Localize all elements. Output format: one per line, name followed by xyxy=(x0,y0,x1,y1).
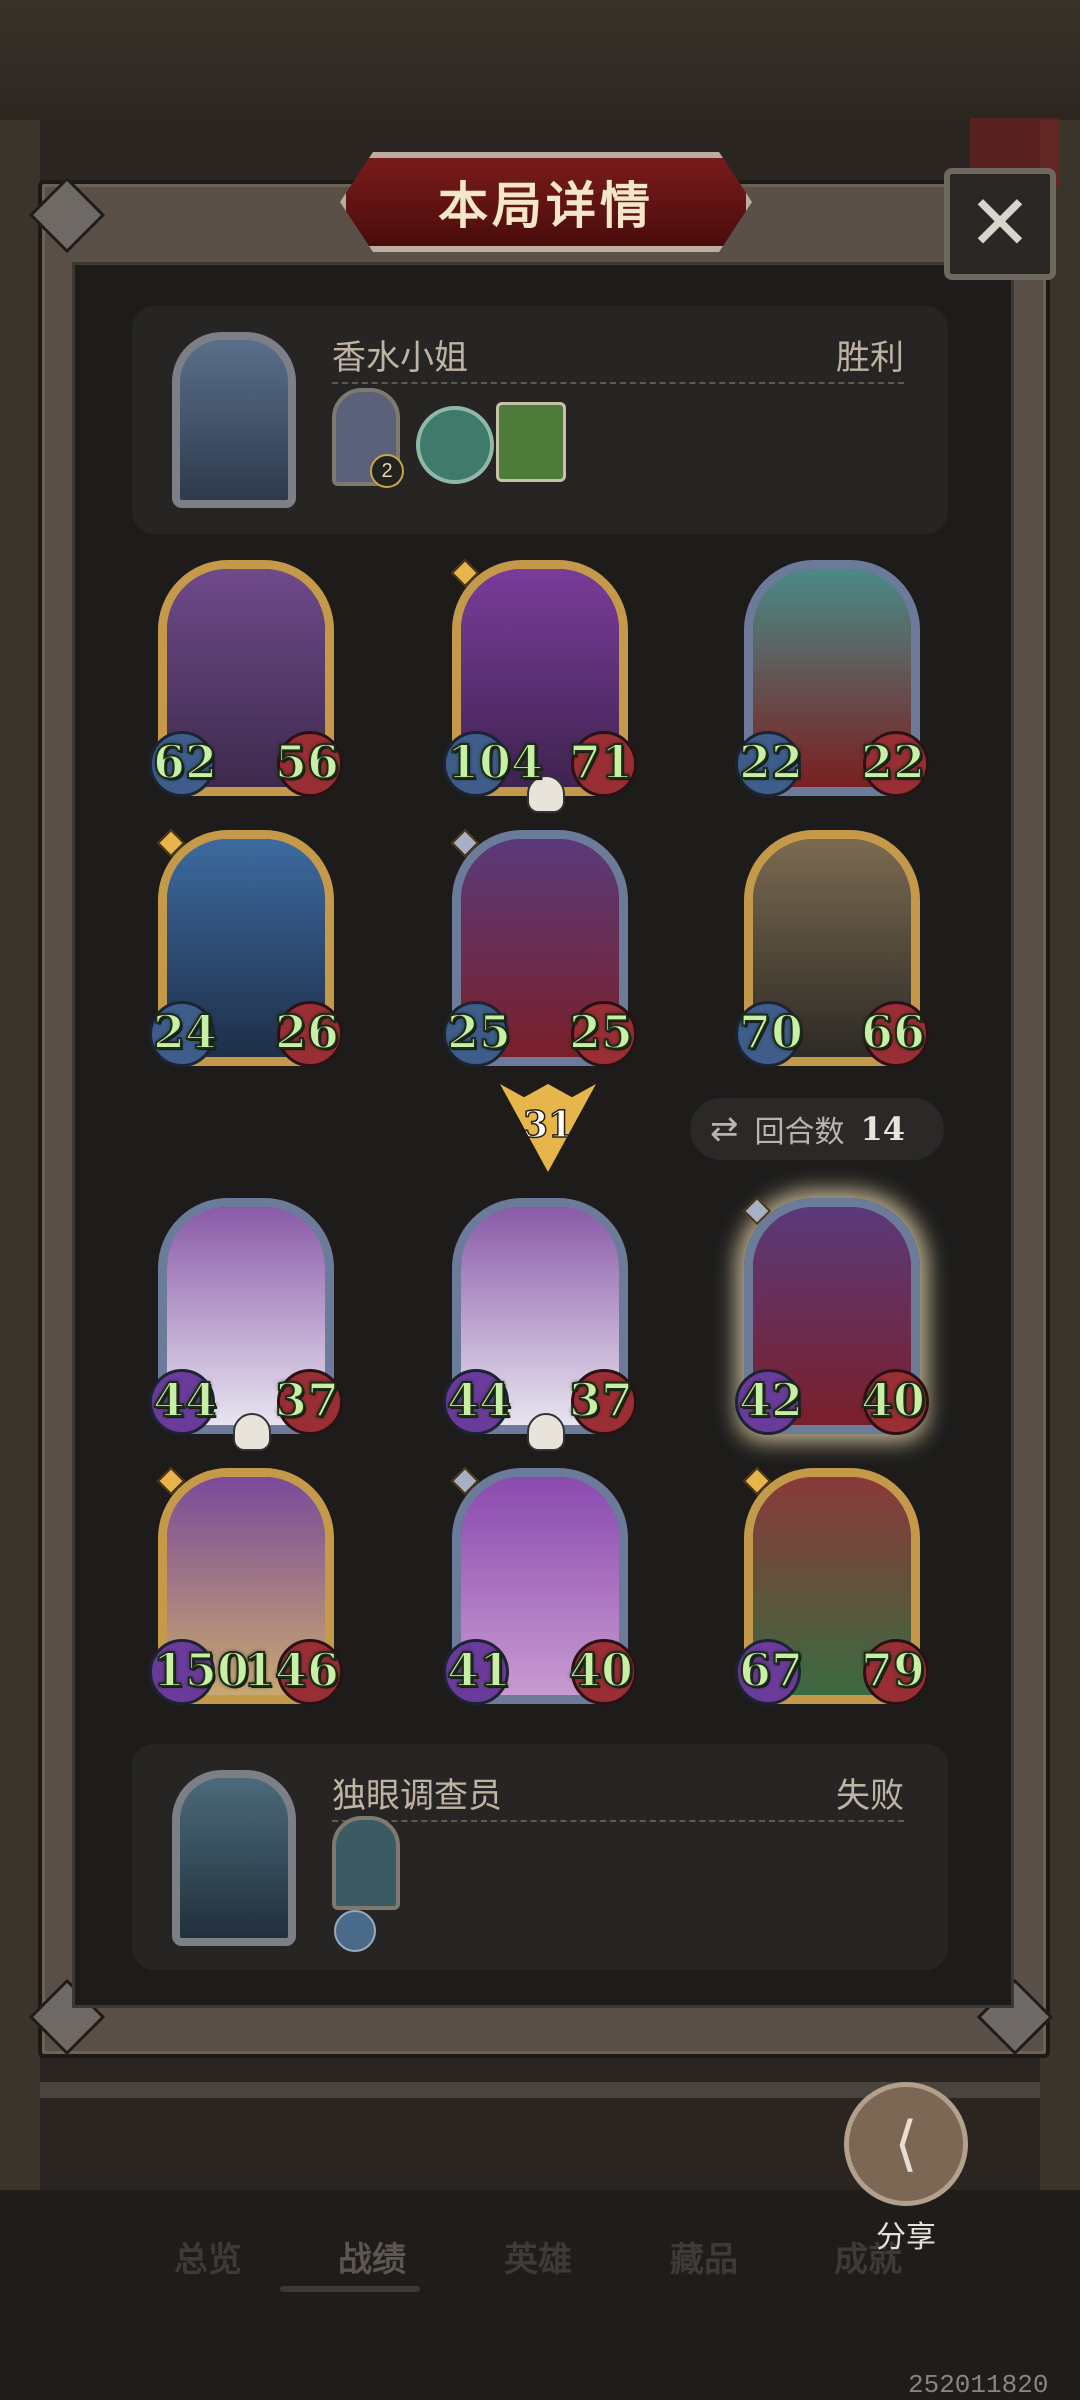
loser-card[interactable]: 150 146 xyxy=(149,1466,343,1705)
loser-row: 独眼调查员 失败 xyxy=(132,1744,948,1970)
background-top xyxy=(0,0,1080,120)
card-health-value: 37 xyxy=(568,1373,634,1427)
card-health-value: 56 xyxy=(274,735,340,789)
page-title: 本局详情 xyxy=(438,178,654,234)
card-attack-value: 42 xyxy=(738,1373,804,1427)
winner-item-card-icon[interactable]: 2 xyxy=(332,388,404,488)
card-attack-value: 41 xyxy=(446,1643,512,1697)
loser-card[interactable]: 42 40 xyxy=(735,1196,929,1435)
share-button[interactable]: ⟨ xyxy=(844,2082,968,2206)
round-count-value: 14 xyxy=(860,1110,906,1148)
winner-row: 香水小姐 胜利 2 xyxy=(132,306,948,534)
card-health-value: 25 xyxy=(568,1005,634,1059)
swap-arrows-icon: ⇄ xyxy=(710,1110,739,1148)
skull-icon xyxy=(233,1413,271,1451)
loser-avatar[interactable] xyxy=(172,1770,296,1946)
loser-name: 独眼调查员 xyxy=(332,1777,502,1815)
winner-card[interactable]: 22 22 xyxy=(735,560,929,797)
winner-card[interactable]: 104 71 xyxy=(443,558,637,813)
card-health-value: 146 xyxy=(242,1643,340,1697)
loser-result: 失败 xyxy=(836,1777,904,1815)
loser-weapon-icon[interactable] xyxy=(334,1910,376,1952)
winner-item-count-badge: 2 xyxy=(370,454,404,488)
skull-icon xyxy=(527,1413,565,1451)
card-attack-value: 67 xyxy=(738,1643,804,1697)
card-health-value: 66 xyxy=(860,1005,926,1059)
card-health-value: 40 xyxy=(568,1643,634,1697)
background-left xyxy=(0,120,40,2220)
title-plaque: 本局详情 xyxy=(340,152,752,252)
tab-battle-record[interactable]: 战绩 xyxy=(338,2232,406,2281)
round-marker-number: 31 xyxy=(522,1103,574,1147)
loser-card[interactable]: 44 37 xyxy=(443,1198,637,1451)
card-attack-value: 150 xyxy=(152,1643,250,1697)
winner-avatar[interactable] xyxy=(172,332,296,508)
share-icon: ⟨ xyxy=(894,2110,918,2177)
winner-relic-orb-icon[interactable] xyxy=(416,406,494,484)
loser-divider xyxy=(332,1820,904,1822)
card-attack-value: 44 xyxy=(446,1373,512,1427)
card-health-value: 22 xyxy=(860,735,926,789)
card-attack-value: 44 xyxy=(152,1373,218,1427)
loser-card[interactable]: 44 37 xyxy=(149,1198,343,1451)
loser-item-card-icon[interactable] xyxy=(332,1816,400,1910)
card-health-value: 79 xyxy=(860,1643,926,1697)
winner-spellbook-icon[interactable] xyxy=(496,402,566,482)
winner-name: 香水小姐 xyxy=(332,339,468,377)
card-attack-value: 24 xyxy=(152,1005,218,1059)
winner-card[interactable]: 70 66 xyxy=(735,830,929,1067)
card-attack-value: 104 xyxy=(446,735,544,789)
card-health-value: 40 xyxy=(860,1373,926,1427)
loser-card[interactable]: 67 79 xyxy=(735,1466,929,1705)
round-count-label: 回合数 xyxy=(754,1116,845,1149)
card-attack-value: 70 xyxy=(738,1005,804,1059)
card-health-value: 26 xyxy=(274,1005,340,1059)
card-health-value: 71 xyxy=(568,735,634,789)
round-count-pill: ⇄ 回合数 14 xyxy=(690,1098,944,1160)
card-attack-value: 25 xyxy=(446,1005,512,1059)
tab-overview[interactable]: 总览 xyxy=(174,2232,242,2281)
card-attack-value: 22 xyxy=(738,735,804,789)
winner-result: 胜利 xyxy=(836,339,904,377)
winner-card[interactable]: 62 56 xyxy=(149,560,343,797)
winner-card[interactable]: 24 26 xyxy=(149,828,343,1067)
close-button[interactable]: ✕ xyxy=(944,168,1056,280)
loser-card[interactable]: 41 40 xyxy=(443,1466,637,1705)
card-health-value: 37 xyxy=(274,1373,340,1427)
nav-active-underline xyxy=(280,2286,420,2292)
build-number: 252011820 xyxy=(908,2370,1049,2400)
winner-card[interactable]: 25 25 xyxy=(443,828,637,1067)
winner-divider xyxy=(332,382,904,384)
card-attack-value: 62 xyxy=(152,735,218,789)
close-icon: ✕ xyxy=(968,181,1032,266)
tab-collection[interactable]: 藏品 xyxy=(670,2232,738,2281)
tab-heroes[interactable]: 英雄 xyxy=(504,2232,572,2281)
share-label: 分享 xyxy=(876,2221,936,2254)
